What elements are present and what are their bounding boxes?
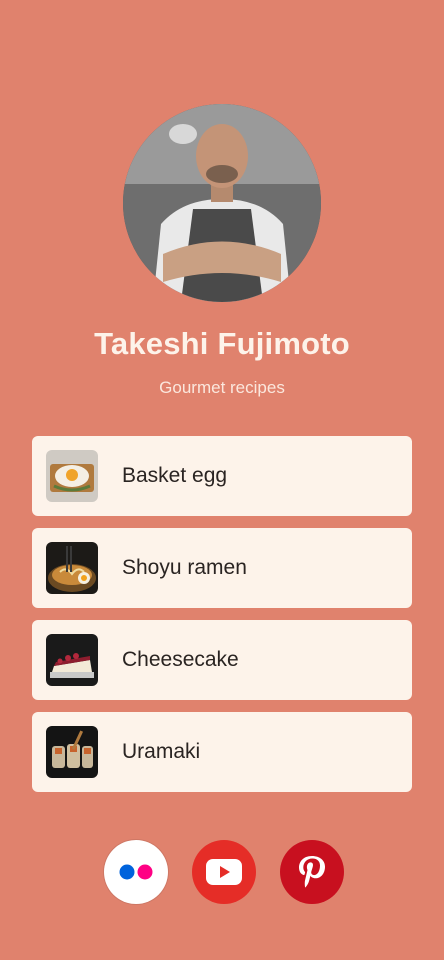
uramaki-photo-icon bbox=[46, 726, 98, 778]
flickr-icon bbox=[119, 864, 153, 880]
youtube-icon bbox=[206, 859, 242, 885]
pinterest-button[interactable] bbox=[280, 840, 344, 904]
link-shoyu-ramen[interactable]: Shoyu ramen bbox=[32, 528, 412, 608]
link-label: Cheesecake bbox=[122, 648, 239, 671]
social-links bbox=[104, 840, 344, 904]
profile-subtitle: Gourmet recipes bbox=[159, 378, 285, 397]
profile-page: Takeshi Fujimoto Gourmet recipes Basket … bbox=[0, 0, 444, 960]
ramen-photo-icon bbox=[46, 542, 98, 594]
youtube-button[interactable] bbox=[192, 840, 256, 904]
link-list: Basket egg Shoyu ramen Cheesecake Uramak… bbox=[32, 436, 412, 804]
flickr-button[interactable] bbox=[104, 840, 168, 904]
link-label: Uramaki bbox=[122, 740, 201, 763]
link-basket-egg[interactable]: Basket egg bbox=[32, 436, 412, 516]
basket-egg-photo-icon bbox=[46, 450, 98, 502]
cheesecake-thumbnail bbox=[46, 634, 98, 686]
link-cheesecake[interactable]: Cheesecake bbox=[32, 620, 412, 700]
uramaki-thumbnail bbox=[46, 726, 98, 778]
link-label: Shoyu ramen bbox=[122, 556, 247, 579]
ramen-thumbnail bbox=[46, 542, 98, 594]
link-label: Basket egg bbox=[122, 464, 228, 487]
profile-avatar bbox=[123, 104, 321, 302]
basket-egg-thumbnail bbox=[46, 450, 98, 502]
cheesecake-photo-icon bbox=[46, 634, 98, 686]
profile-name: Takeshi Fujimoto bbox=[94, 326, 350, 361]
link-uramaki[interactable]: Uramaki bbox=[32, 712, 412, 792]
chef-portrait-icon bbox=[123, 104, 321, 302]
pinterest-icon bbox=[299, 856, 325, 888]
